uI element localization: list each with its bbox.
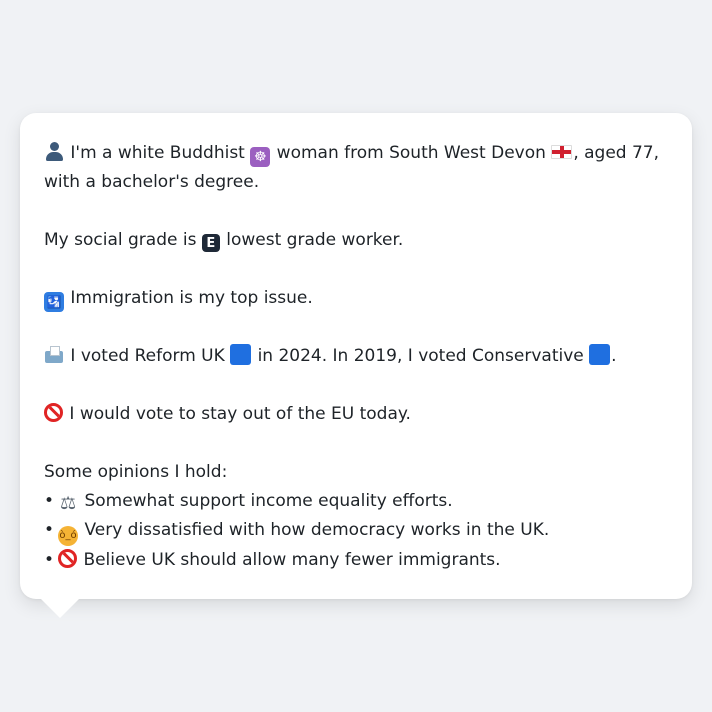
- prohibited-icon: [58, 549, 78, 568]
- identity-text-c: , aged 77,: [573, 143, 660, 163]
- opinion-item: • Believe UK should allow many fewer imm…: [44, 546, 668, 575]
- eu-stance-line: I would vote to stay out of the EU today…: [44, 400, 668, 429]
- blue-square-icon: [589, 344, 611, 365]
- social-grade-line: My social grade is E lowest grade worker…: [44, 226, 668, 255]
- ballot-box-icon: [44, 344, 64, 364]
- opinions-heading: Some opinions I hold:: [44, 462, 228, 482]
- vote-text-b: in 2024. In 2019, I voted Conservative: [257, 346, 584, 366]
- opinion-item: • ⚖ Somewhat support income equality effo…: [44, 487, 668, 516]
- eu-stance-text: I would vote to stay out of the EU today…: [69, 404, 411, 424]
- opinion-text: Somewhat support income equality efforts…: [84, 491, 453, 511]
- profile-message-bubble: I'm a white Buddhist ☸ woman from South …: [20, 113, 692, 599]
- identity-line-1: I'm a white Buddhist ☸ woman from South …: [44, 139, 668, 168]
- vote-text-a: I voted Reform UK: [70, 346, 225, 366]
- wheel-of-dharma-icon: ☸: [250, 147, 271, 167]
- angry-face-icon: ò_ó: [58, 526, 79, 546]
- passport-control-icon: 🛂: [44, 292, 64, 312]
- person-silhouette-icon: [44, 141, 64, 161]
- identity-line-2: with a bachelor's degree.: [44, 172, 260, 192]
- opinion-item: • ò_ó Very dissatisfied with how democrac…: [44, 516, 668, 546]
- social-grade-text-b: lowest grade worker.: [226, 230, 404, 250]
- bullet: •: [44, 520, 55, 540]
- bullet: •: [44, 550, 55, 570]
- social-grade-text-a: My social grade is: [44, 230, 197, 250]
- letter-e-icon: E: [201, 234, 220, 252]
- vote-text-c: .: [611, 346, 617, 366]
- england-flag-icon: [551, 145, 573, 159]
- balance-scale-icon: ⚖: [59, 493, 77, 514]
- opinion-text: Believe UK should allow many fewer immig…: [83, 550, 501, 570]
- identity-text-b: woman from South West Devon: [276, 143, 546, 163]
- blue-square-icon: [230, 344, 252, 365]
- identity-text-a: I'm a white Buddhist: [70, 143, 245, 163]
- top-issue-line: 🛂 Immigration is my top issue.: [44, 284, 668, 313]
- top-issue-text: Immigration is my top issue.: [70, 288, 313, 308]
- bullet: •: [44, 491, 55, 511]
- vote-line: I voted Reform UK in 2024. In 2019, I vo…: [44, 342, 668, 371]
- opinion-text: Very dissatisfied with how democracy wor…: [84, 520, 550, 540]
- bubble-tail: [40, 598, 80, 618]
- prohibited-icon: [44, 403, 63, 422]
